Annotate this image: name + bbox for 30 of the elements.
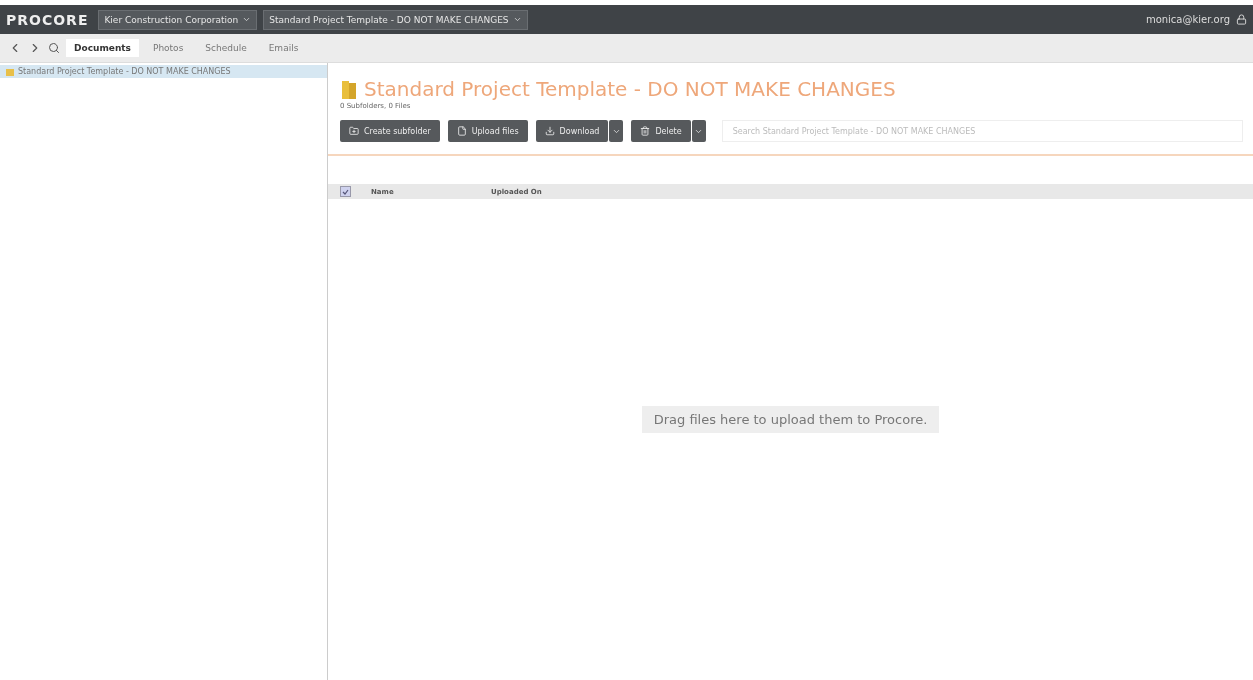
tab[interactable]: Photos	[144, 39, 192, 57]
caret-icon	[512, 15, 522, 24]
folder-icon	[340, 79, 358, 99]
download-icon	[544, 126, 555, 136]
caret-button[interactable]	[609, 120, 624, 142]
search-field[interactable]: Search Standard Project Template - DO NOT MAKE CHANGES	[721, 120, 1243, 142]
tab[interactable]: Schedule	[197, 39, 255, 57]
folder-plus-icon	[349, 126, 359, 136]
caret-icon	[242, 15, 252, 24]
caret-button[interactable]	[691, 120, 706, 142]
tab[interactable]: Emails	[260, 39, 307, 57]
file-icon	[456, 126, 467, 136]
toolbar-button[interactable]: Delete	[631, 120, 691, 142]
lock-icon[interactable]	[1236, 14, 1247, 25]
folder-title: Standard Project Template - DO NOT MAKE CHANGES	[364, 77, 896, 101]
select-all-checkbox[interactable]	[340, 186, 351, 197]
company-dropdown[interactable]: Kier Construction Corporation	[98, 9, 258, 30]
toolbar-button[interactable]: Create subfolder	[340, 120, 440, 142]
logo: PROCORE	[6, 11, 89, 28]
checkmark-icon	[342, 188, 349, 195]
folder-item[interactable]: Standard Project Template - DO NOT MAKE CHANGES	[0, 65, 327, 78]
tab[interactable]: Documents	[66, 39, 139, 57]
user-email[interactable]: monica@kier.org	[1145, 14, 1230, 25]
toolbar-button[interactable]: Upload files	[447, 120, 528, 142]
search-button[interactable]	[48, 42, 60, 54]
drop-zone[interactable]: Drag files here to upload them to Procore.	[641, 406, 940, 433]
trash-icon	[640, 126, 651, 136]
folder-icon	[6, 67, 14, 76]
project-dropdown[interactable]: Standard Project Template - DO NOT MAKE CHANGES	[263, 9, 528, 30]
toolbar-button[interactable]: Download	[535, 120, 609, 142]
